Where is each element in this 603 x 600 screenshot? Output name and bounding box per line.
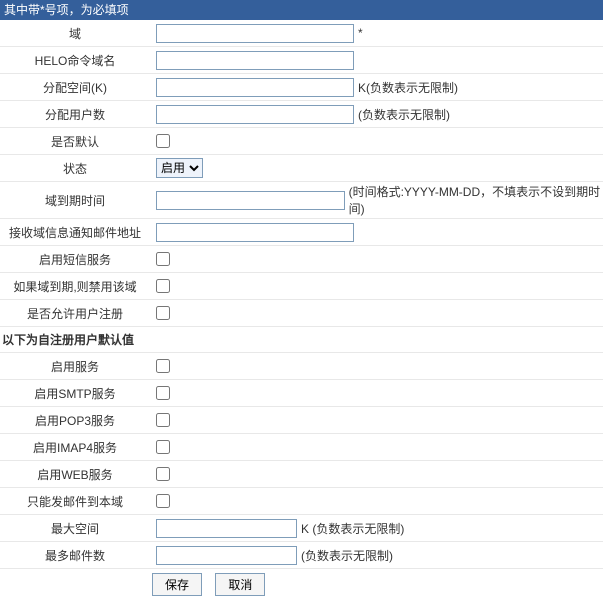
reg-web-checkbox[interactable] bbox=[156, 467, 170, 481]
label-domain: 域 bbox=[0, 25, 156, 42]
label-space: 分配空间(K) bbox=[0, 79, 156, 96]
required-star: * bbox=[358, 26, 363, 40]
label-users: 分配用户数 bbox=[0, 106, 156, 123]
domain-input[interactable] bbox=[156, 24, 354, 43]
users-hint: (负数表示无限制) bbox=[358, 106, 450, 123]
label-helo: HELO命令域名 bbox=[0, 52, 156, 69]
section-title: 以下为自注册用户默认值 bbox=[0, 327, 603, 353]
label-reg-web: 启用WEB服务 bbox=[0, 466, 156, 483]
label-isdefault: 是否默认 bbox=[0, 133, 156, 150]
reg-pop3-checkbox[interactable] bbox=[156, 413, 170, 427]
reg-smtp-checkbox[interactable] bbox=[156, 386, 170, 400]
expire-hint: (时间格式:YYYY-MM-DD，不填表示不设到期时间) bbox=[349, 183, 603, 217]
reg-maxspace-input[interactable] bbox=[156, 519, 297, 538]
label-disable: 如果域到期,则禁用该域 bbox=[0, 278, 156, 295]
reg-maxspace-hint: K (负数表示无限制) bbox=[301, 520, 404, 537]
save-button[interactable]: 保存 bbox=[152, 573, 202, 596]
disable-checkbox[interactable] bbox=[156, 279, 170, 293]
label-reg-localonly: 只能发邮件到本域 bbox=[0, 493, 156, 510]
label-expire: 域到期时间 bbox=[0, 192, 156, 209]
users-input[interactable] bbox=[156, 105, 354, 124]
notify-input[interactable] bbox=[156, 223, 354, 242]
label-reg-smtp: 启用SMTP服务 bbox=[0, 385, 156, 402]
label-reg-pop3: 启用POP3服务 bbox=[0, 412, 156, 429]
space-input[interactable] bbox=[156, 78, 354, 97]
label-reg-imap4: 启用IMAP4服务 bbox=[0, 439, 156, 456]
sms-checkbox[interactable] bbox=[156, 252, 170, 266]
status-select[interactable]: 启用 bbox=[156, 158, 203, 178]
isdefault-checkbox[interactable] bbox=[156, 134, 170, 148]
reg-imap4-checkbox[interactable] bbox=[156, 440, 170, 454]
helo-input[interactable] bbox=[156, 51, 354, 70]
label-status: 状态 bbox=[0, 160, 156, 177]
cancel-button[interactable]: 取消 bbox=[215, 573, 265, 596]
expire-input[interactable] bbox=[156, 191, 345, 210]
reg-enable-checkbox[interactable] bbox=[156, 359, 170, 373]
label-allowreg: 是否允许用户注册 bbox=[0, 305, 156, 322]
reg-maxmails-input[interactable] bbox=[156, 546, 297, 565]
label-reg-enable: 启用服务 bbox=[0, 358, 156, 375]
label-sms: 启用短信服务 bbox=[0, 251, 156, 268]
allowreg-checkbox[interactable] bbox=[156, 306, 170, 320]
label-notify: 接收域信息通知邮件地址 bbox=[0, 224, 156, 241]
reg-localonly-checkbox[interactable] bbox=[156, 494, 170, 508]
space-hint: K(负数表示无限制) bbox=[358, 79, 458, 96]
form-header: 其中带*号项，为必填项 bbox=[0, 0, 603, 20]
label-reg-maxspace: 最大空间 bbox=[0, 520, 156, 537]
